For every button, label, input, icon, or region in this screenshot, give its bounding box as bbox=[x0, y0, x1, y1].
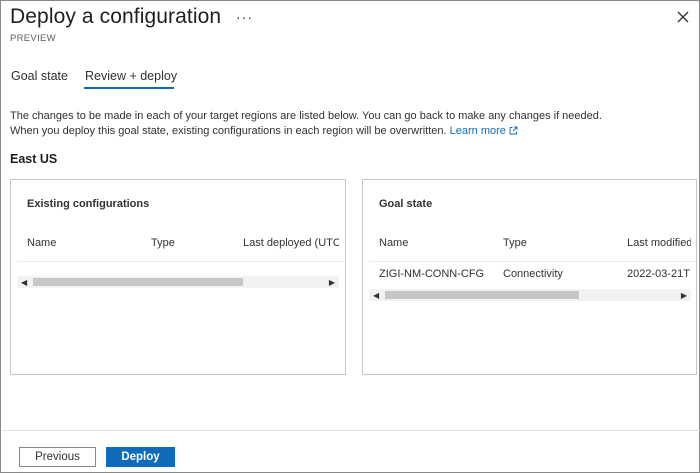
column-header-name[interactable]: Name bbox=[27, 237, 56, 249]
external-link-icon[interactable] bbox=[509, 125, 518, 140]
cell-last-modified: 2022-03-21T bbox=[627, 268, 690, 280]
scroll-right-icon[interactable]: ▶ bbox=[681, 291, 687, 300]
column-header-last-deployed[interactable]: Last deployed (UTC) bbox=[243, 237, 339, 249]
deploy-button[interactable]: Deploy bbox=[106, 447, 175, 467]
existing-configurations-card: Existing configurations Name Type Last d… bbox=[10, 179, 346, 375]
column-header-type[interactable]: Type bbox=[151, 237, 175, 249]
description-line-2-text: When you deploy this goal state, existin… bbox=[10, 125, 447, 137]
goal-table-viewport: Name Type Last modified ZIGI-NM-CONN-CFG… bbox=[363, 180, 691, 374]
column-header-type[interactable]: Type bbox=[503, 237, 527, 249]
horizontal-scrollbar[interactable]: ◀ ▶ bbox=[369, 289, 691, 301]
page-title: Deploy a configuration bbox=[10, 5, 222, 28]
scroll-left-icon[interactable]: ◀ bbox=[21, 278, 27, 287]
selected-tab-indicator bbox=[84, 87, 174, 89]
region-heading: East US bbox=[10, 152, 58, 166]
horizontal-scrollbar[interactable]: ◀ ▶ bbox=[17, 276, 339, 288]
description-line-2: When you deploy this goal state, existin… bbox=[10, 124, 670, 140]
cell-name: ZIGI-NM-CONN-CFG bbox=[379, 268, 485, 280]
tab-goal-state[interactable]: Goal state bbox=[11, 69, 68, 83]
footer-divider bbox=[2, 430, 700, 431]
header-divider bbox=[369, 261, 696, 262]
deploy-configuration-pane: Deploy a configuration ··· PREVIEW Goal … bbox=[0, 0, 700, 473]
column-header-name[interactable]: Name bbox=[379, 237, 408, 249]
preview-badge: PREVIEW bbox=[10, 33, 56, 44]
scroll-left-icon[interactable]: ◀ bbox=[373, 291, 379, 300]
more-options-icon[interactable]: ··· bbox=[236, 9, 253, 25]
previous-button[interactable]: Previous bbox=[19, 447, 96, 467]
cell-type: Connectivity bbox=[503, 268, 563, 280]
scroll-right-icon[interactable]: ▶ bbox=[329, 278, 335, 287]
description: The changes to be made in each of your t… bbox=[10, 109, 670, 140]
learn-more-label[interactable]: Learn more bbox=[450, 125, 506, 137]
column-header-last-modified[interactable]: Last modified bbox=[627, 237, 691, 249]
close-icon[interactable] bbox=[675, 9, 691, 25]
learn-more-link[interactable]: Learn more bbox=[450, 125, 518, 137]
scrollbar-thumb[interactable] bbox=[385, 291, 579, 299]
header-divider bbox=[17, 261, 345, 262]
scrollbar-thumb[interactable] bbox=[33, 278, 243, 286]
description-line-1: The changes to be made in each of your t… bbox=[10, 110, 602, 122]
goal-state-card: Goal state Name Type Last modified ZIGI-… bbox=[362, 179, 697, 375]
tab-review-deploy[interactable]: Review + deploy bbox=[85, 69, 177, 83]
